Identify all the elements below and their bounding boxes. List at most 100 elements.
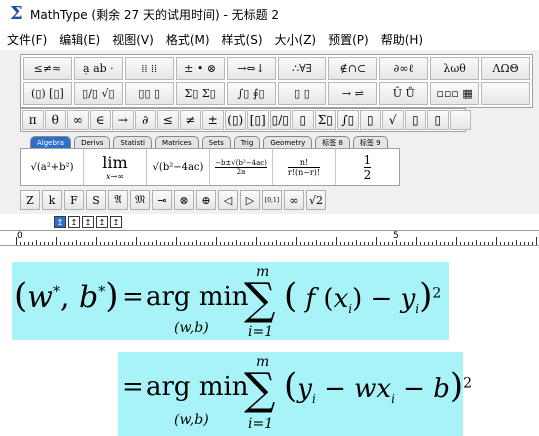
eq-sign-1: = bbox=[122, 282, 144, 312]
sum-bot-2: i=1 bbox=[248, 416, 274, 432]
pi-button[interactable]: π bbox=[22, 110, 44, 130]
tab-sets[interactable]: Sets bbox=[201, 136, 231, 148]
sqrt-button[interactable]: √ bbox=[382, 110, 404, 130]
infinity-icon-button[interactable]: ∞ bbox=[284, 190, 304, 210]
tab-decimal-icon[interactable]: ↥ bbox=[110, 216, 122, 228]
theta-button[interactable]: θ bbox=[44, 110, 66, 130]
palette-arrows[interactable]: →⇔↓ bbox=[226, 57, 276, 80]
menu-help[interactable]: 帮助(H) bbox=[374, 31, 428, 48]
template-combination[interactable]: n! r!(n−r)! bbox=[273, 149, 336, 185]
template-quadratic[interactable]: −b±√(b²−4ac) 2a bbox=[210, 149, 273, 185]
interval-button[interactable]: [0,1] bbox=[262, 190, 282, 210]
palette-embellishments[interactable]: ⁞⁞ ⁞⁞ bbox=[124, 57, 174, 80]
palette-logic[interactable]: ∴∀∃ bbox=[277, 57, 327, 80]
ruler-tick bbox=[372, 242, 373, 245]
palette-bars[interactable]: ▯ ▯ bbox=[277, 82, 327, 105]
template-sqrt-b2-4ac[interactable]: √(b²−4ac) bbox=[147, 149, 210, 185]
ruler[interactable]: 0 5 bbox=[0, 230, 539, 246]
neq-button[interactable]: ≠ bbox=[179, 110, 201, 130]
overbar-button[interactable]: ▯ bbox=[359, 110, 381, 130]
palette-labeled-arrows[interactable]: → ⇌ bbox=[328, 82, 378, 105]
palette-summations[interactable]: Σ▯ Σ▯ bbox=[175, 82, 225, 105]
tab-right-icon[interactable]: ↥ bbox=[82, 216, 94, 228]
matrix-button[interactable]: ▯ bbox=[404, 110, 426, 130]
ruler-tick bbox=[424, 242, 425, 245]
infinity-button[interactable]: ∞ bbox=[67, 110, 89, 130]
tab-left-icon[interactable]: ↥ bbox=[54, 216, 66, 228]
ruler-tick bbox=[420, 242, 421, 245]
template-limit[interactable]: lim x→∞ bbox=[84, 149, 147, 185]
ruler-tick bbox=[308, 242, 309, 245]
empty-slot-button[interactable] bbox=[449, 110, 471, 130]
slot-button[interactable]: ▯ bbox=[427, 110, 449, 130]
tab-9[interactable]: 标签 9 bbox=[352, 136, 388, 148]
otimes-button[interactable]: ⊗ bbox=[174, 190, 194, 210]
sqrt2-button[interactable]: √2 bbox=[306, 190, 326, 210]
integral-button[interactable]: ∫▯ bbox=[337, 110, 359, 130]
palette-greek-upper[interactable]: ΛΩΘ bbox=[481, 57, 530, 80]
template-sqrt-a2-b2[interactable]: √(a²+b²) bbox=[21, 149, 84, 185]
ruler-tick bbox=[432, 242, 433, 245]
palette-greek-lower[interactable]: λωθ bbox=[430, 57, 480, 80]
menu-preferences[interactable]: 预置(P) bbox=[321, 31, 374, 48]
palette-products[interactable]: Ū Ů bbox=[379, 82, 429, 105]
palette-spaces[interactable]: ạ ab · bbox=[73, 57, 123, 80]
multimap-button[interactable]: ⊸ bbox=[152, 190, 172, 210]
tab-derivs[interactable]: Derivs bbox=[74, 136, 111, 148]
ruler-tick bbox=[148, 242, 149, 245]
triangle-right-button[interactable]: ▷ bbox=[240, 190, 260, 210]
triangle-left-button[interactable]: ◁ bbox=[218, 190, 238, 210]
element-of-button[interactable]: ∈ bbox=[89, 110, 111, 130]
sigma-2: ∑ bbox=[244, 364, 276, 415]
ruler-tick bbox=[284, 242, 285, 245]
tab-geometry[interactable]: Geometry bbox=[263, 136, 313, 148]
plusminus-button[interactable]: ± bbox=[202, 110, 224, 130]
fraktur-a-button[interactable]: 𝔄 bbox=[108, 190, 128, 210]
leq-button[interactable]: ≤ bbox=[157, 110, 179, 130]
icon-bar: Z k F S 𝔄 𝔐 ⊸ ⊗ ⊕ ◁ ▷ [0,1] ∞ √2 bbox=[20, 190, 360, 210]
ruler-tick bbox=[112, 242, 113, 245]
template-one-half[interactable]: 1 2 bbox=[336, 149, 399, 185]
tab-algebra[interactable]: Algebra bbox=[30, 136, 72, 148]
fraktur-m-button[interactable]: 𝔐 bbox=[130, 190, 150, 210]
tab-matrices[interactable]: Matrices bbox=[154, 136, 199, 148]
z-button[interactable]: Z bbox=[20, 190, 40, 210]
f-button[interactable]: F bbox=[64, 190, 84, 210]
palette-operators[interactable]: ± • ⊗ bbox=[175, 57, 225, 80]
k-button[interactable]: k bbox=[42, 190, 62, 210]
s-button[interactable]: S bbox=[86, 190, 106, 210]
argmin-1: arg min bbox=[146, 282, 249, 312]
palette-empty[interactable] bbox=[481, 82, 530, 105]
parens-button[interactable]: (▯) bbox=[224, 110, 246, 130]
tab-8[interactable]: 标签 8 bbox=[315, 136, 350, 148]
menu-edit[interactable]: 编辑(E) bbox=[52, 31, 105, 48]
palette-fences[interactable]: (▯) [▯] bbox=[23, 82, 72, 105]
ruler-tick bbox=[496, 237, 497, 245]
template-tabs: Algebra Derivs Statisti Matrices Sets Tr… bbox=[30, 136, 388, 148]
tab-trig[interactable]: Trig bbox=[233, 136, 261, 148]
menu-file[interactable]: 文件(F) bbox=[0, 31, 52, 48]
palette-fractions-radicals[interactable]: ▯/▯ √▯ bbox=[73, 82, 123, 105]
palette-integrals[interactable]: ∫▯ ∮▯ bbox=[226, 82, 276, 105]
ruler-tick bbox=[216, 237, 217, 245]
tab-align-icon[interactable]: ↥ bbox=[96, 216, 108, 228]
partial-button[interactable]: ∂ bbox=[134, 110, 156, 130]
menu-size[interactable]: 大小(Z) bbox=[268, 31, 322, 48]
tab-center-icon[interactable]: ↥ bbox=[68, 216, 80, 228]
palette-relations[interactable]: ≤≠≈ bbox=[23, 57, 72, 80]
oplus-button[interactable]: ⊕ bbox=[196, 190, 216, 210]
arrow-button[interactable]: → bbox=[112, 110, 134, 130]
equation-area[interactable]: (w*, b*) = arg min (w,b) m ∑ i=1 ( f (xi… bbox=[0, 246, 539, 436]
menu-format[interactable]: 格式(M) bbox=[159, 31, 215, 48]
box-button[interactable]: ▯ bbox=[292, 110, 314, 130]
menu-view[interactable]: 视图(V) bbox=[105, 31, 159, 48]
palette-misc[interactable]: ∂∞ℓ bbox=[379, 57, 429, 80]
palette-scripts[interactable]: ▯▯ ▯ bbox=[124, 82, 174, 105]
brackets-button[interactable]: [▯] bbox=[247, 110, 269, 130]
tab-statistics[interactable]: Statisti bbox=[113, 136, 152, 148]
palette-sets[interactable]: ∉∩⊂ bbox=[328, 57, 378, 80]
menu-style[interactable]: 样式(S) bbox=[215, 31, 268, 48]
palette-matrices[interactable]: ▫▫▫ ▦ bbox=[430, 82, 480, 105]
sum-button[interactable]: Σ▯ bbox=[314, 110, 336, 130]
fraction-button[interactable]: ▯/▯ bbox=[269, 110, 291, 130]
